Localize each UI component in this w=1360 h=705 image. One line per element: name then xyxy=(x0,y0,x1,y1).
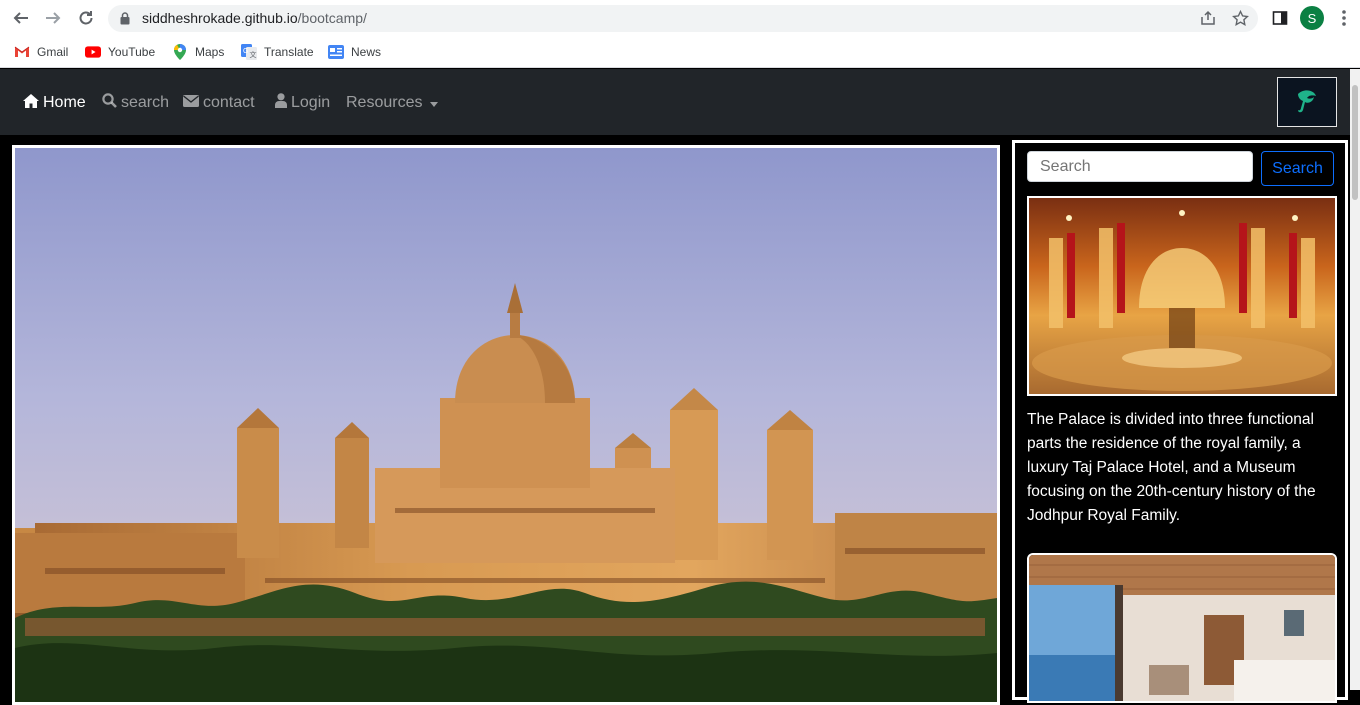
nav-login-label: Login xyxy=(291,94,331,111)
url-host: siddheshrokade.github.io xyxy=(142,10,298,26)
search-input[interactable] xyxy=(1027,151,1253,182)
reload-icon[interactable] xyxy=(74,6,98,30)
nav-login[interactable]: Login xyxy=(275,93,330,113)
back-arrow-icon[interactable] xyxy=(9,6,33,30)
nav-resources-dropdown[interactable]: Resources xyxy=(346,93,439,113)
maps-icon xyxy=(172,44,188,60)
search-button[interactable]: Search xyxy=(1261,151,1334,186)
nav-home[interactable]: Home xyxy=(23,93,86,113)
bookmark-label: News xyxy=(351,45,382,59)
nav-search-label: search xyxy=(121,94,170,111)
page-viewport: Home search contact Login Resources Sear… xyxy=(0,69,1350,705)
palace-interior-image xyxy=(1027,196,1337,396)
bookmark-news[interactable]: News xyxy=(328,42,381,62)
nav-contact-label: contact xyxy=(203,94,255,111)
bookmark-youtube[interactable]: YouTube xyxy=(85,42,155,62)
url-path: /bootcamp/ xyxy=(297,10,367,26)
lock-icon xyxy=(120,12,130,30)
svg-text:文: 文 xyxy=(250,50,257,59)
browser-toolbar: siddheshrokade.github.io/bootcamp/ S xyxy=(0,0,1360,36)
url-text: siddheshrokade.github.io/bootcamp/ xyxy=(142,10,367,26)
scrollbar-thumb[interactable] xyxy=(1352,85,1358,200)
side-panel-icon[interactable] xyxy=(1270,8,1290,28)
bookmarks-bar: Gmail YouTube Maps G文 Translate News xyxy=(0,36,1360,68)
youtube-icon xyxy=(85,44,101,60)
nav-search[interactable]: search xyxy=(102,93,169,113)
hotel-room-image xyxy=(1027,553,1337,703)
home-icon xyxy=(23,93,39,113)
address-bar[interactable]: siddheshrokade.github.io/bootcamp/ xyxy=(108,5,1258,32)
site-navbar: Home search contact Login Resources xyxy=(0,69,1350,135)
bookmark-label: Gmail xyxy=(37,45,69,59)
sidebar-panel: Search Search The Palace is divided into… xyxy=(1012,140,1348,703)
news-icon xyxy=(328,44,344,60)
nav-home-label: Home xyxy=(43,94,86,111)
bookmark-label: Maps xyxy=(195,45,225,59)
palace-description: The Palace is divided into three functio… xyxy=(1027,411,1316,524)
share-icon[interactable] xyxy=(1198,8,1218,28)
bookmark-translate[interactable]: G文 Translate xyxy=(241,42,314,62)
bookmark-label: Translate xyxy=(264,45,314,59)
bookmark-star-icon[interactable] xyxy=(1230,8,1250,28)
bookmark-gmail[interactable]: Gmail xyxy=(14,42,68,62)
envelope-icon xyxy=(183,94,199,112)
svg-text:G: G xyxy=(243,48,248,55)
kebab-menu-icon[interactable] xyxy=(1336,8,1352,28)
forward-arrow-icon[interactable] xyxy=(41,6,65,30)
profile-avatar[interactable]: S xyxy=(1300,6,1324,30)
brand-logo[interactable] xyxy=(1277,77,1337,127)
nav-resources-label: Resources xyxy=(346,94,423,111)
user-icon xyxy=(275,93,287,113)
bookmark-label: YouTube xyxy=(108,45,156,59)
page-scrollbar[interactable] xyxy=(1350,69,1360,690)
nav-contact[interactable]: contact xyxy=(183,93,255,113)
caret-down-icon xyxy=(430,101,439,107)
search-icon xyxy=(102,93,117,113)
bookmark-maps[interactable]: Maps xyxy=(172,42,224,62)
hero-palace-image xyxy=(12,145,1000,705)
gmail-icon xyxy=(14,44,30,60)
translate-icon: G文 xyxy=(241,44,257,60)
